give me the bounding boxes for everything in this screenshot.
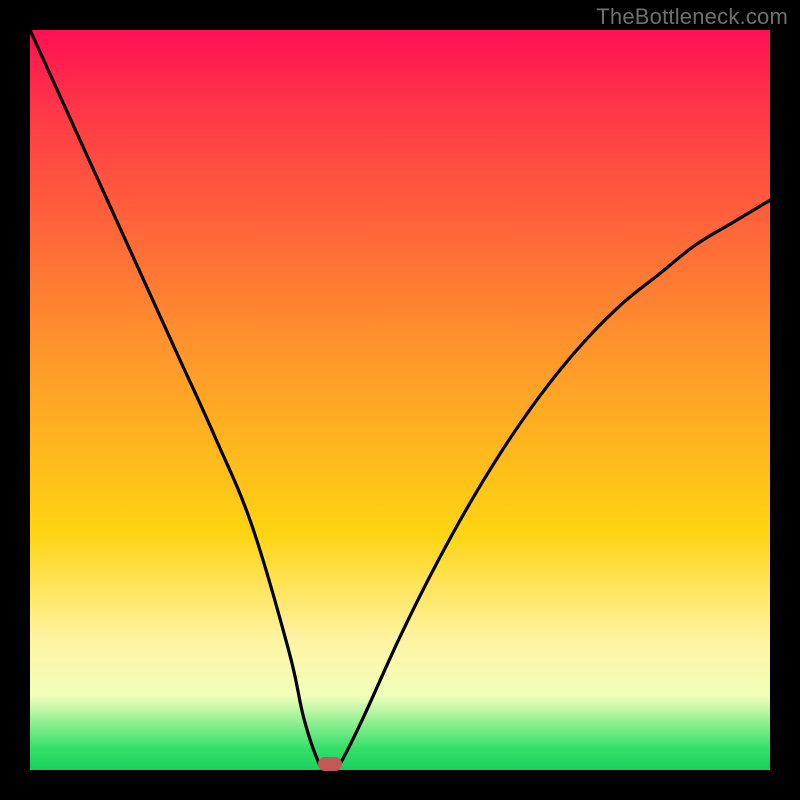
chart-frame: TheBottleneck.com	[0, 0, 800, 800]
plot-area	[30, 30, 770, 770]
watermark-text: TheBottleneck.com	[596, 4, 788, 30]
curve-svg	[30, 30, 770, 770]
bottleneck-curve	[30, 30, 770, 770]
optimum-marker	[318, 757, 342, 771]
